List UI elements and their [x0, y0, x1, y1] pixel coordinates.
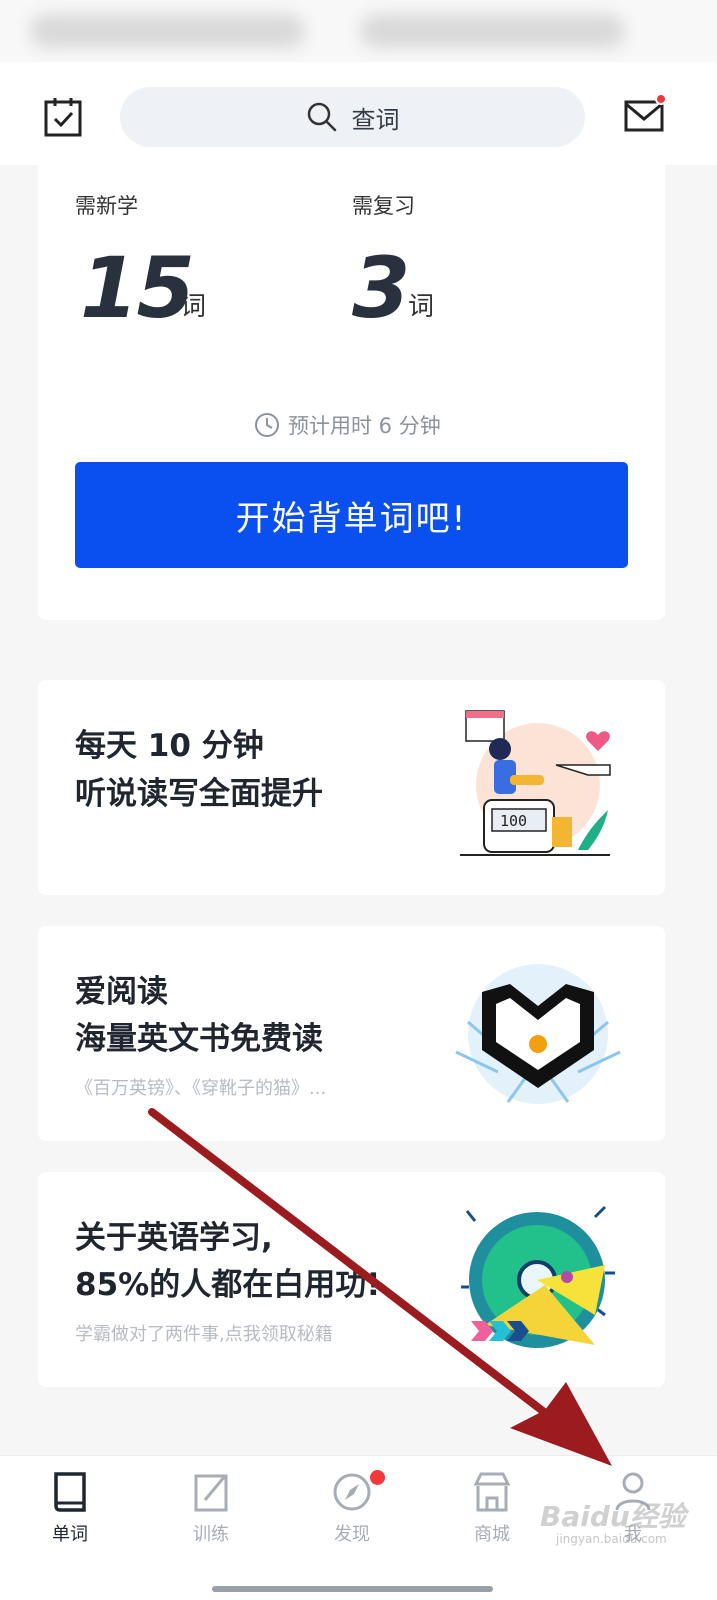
status-right-blur: [360, 14, 625, 48]
calendar-check-icon[interactable]: [44, 97, 82, 137]
mail-badge: [655, 93, 667, 105]
target-runner-illustration: [461, 1205, 615, 1348]
review-words-count: 3: [352, 239, 410, 337]
tab-training-label: 训练: [193, 1524, 229, 1545]
search-placeholder: 查词: [351, 105, 400, 134]
promo-tips-hint: 学霸做对了两件事,点我领取秘籍: [75, 1324, 333, 1345]
new-words-count: 15: [80, 239, 195, 337]
promo-reading-books: 《百万英镑》、《穿靴子的猫》...: [75, 1078, 327, 1099]
review-words-label: 需复习: [352, 194, 415, 218]
promo-reading-title: 爱阅读: [75, 974, 168, 1010]
promo-tips-subtitle: 85%的人都在白用功!: [75, 1267, 381, 1303]
reading-girl-illustration: 100: [460, 710, 611, 856]
time-estimate: 预计用时 6 分钟: [254, 410, 441, 440]
home-indicator: [212, 1586, 493, 1592]
promo-reading-subtitle: 海量英文书免费读: [75, 1021, 323, 1057]
open-book-logo-illustration: [455, 964, 621, 1104]
promo-daily-subtitle: 听说读写全面提升: [75, 776, 323, 812]
store-icon: [473, 1472, 511, 1512]
tab-store[interactable]: 商城: [442, 1470, 542, 1546]
book-icon: [54, 1472, 86, 1512]
svg-text:100: 100: [500, 812, 527, 830]
tab-discover-label: 发现: [334, 1524, 370, 1545]
new-words-unit: 词: [180, 292, 207, 322]
status-left-blur: [30, 14, 305, 48]
tab-words-label: 单词: [52, 1524, 88, 1545]
search-bar[interactable]: 查词: [120, 87, 585, 147]
watermark-url: jingyan.baidu.com: [556, 1532, 667, 1546]
watermark-brand: Baidu经验: [540, 1500, 686, 1533]
promo-daily-title: 每天 10 分钟: [75, 728, 264, 764]
time-estimate-text: 预计用时 6 分钟: [288, 414, 441, 438]
promo-tips-title: 关于英语学习,: [75, 1220, 273, 1256]
review-words-unit: 词: [408, 292, 435, 322]
status-bar: [0, 0, 717, 62]
tab-training[interactable]: 训练: [161, 1470, 261, 1546]
compass-icon: [333, 1473, 371, 1511]
edit-icon: [194, 1474, 228, 1512]
clock-icon: [255, 413, 279, 437]
tab-store-label: 商城: [474, 1524, 510, 1545]
start-memorize-button[interactable]: 开始背单词吧!: [75, 462, 628, 568]
discover-badge: [370, 1470, 385, 1485]
new-words-label: 需新学: [75, 194, 138, 218]
tab-discover[interactable]: 发现: [302, 1470, 402, 1546]
tab-words[interactable]: 单词: [20, 1470, 120, 1546]
search-icon: [307, 102, 336, 132]
